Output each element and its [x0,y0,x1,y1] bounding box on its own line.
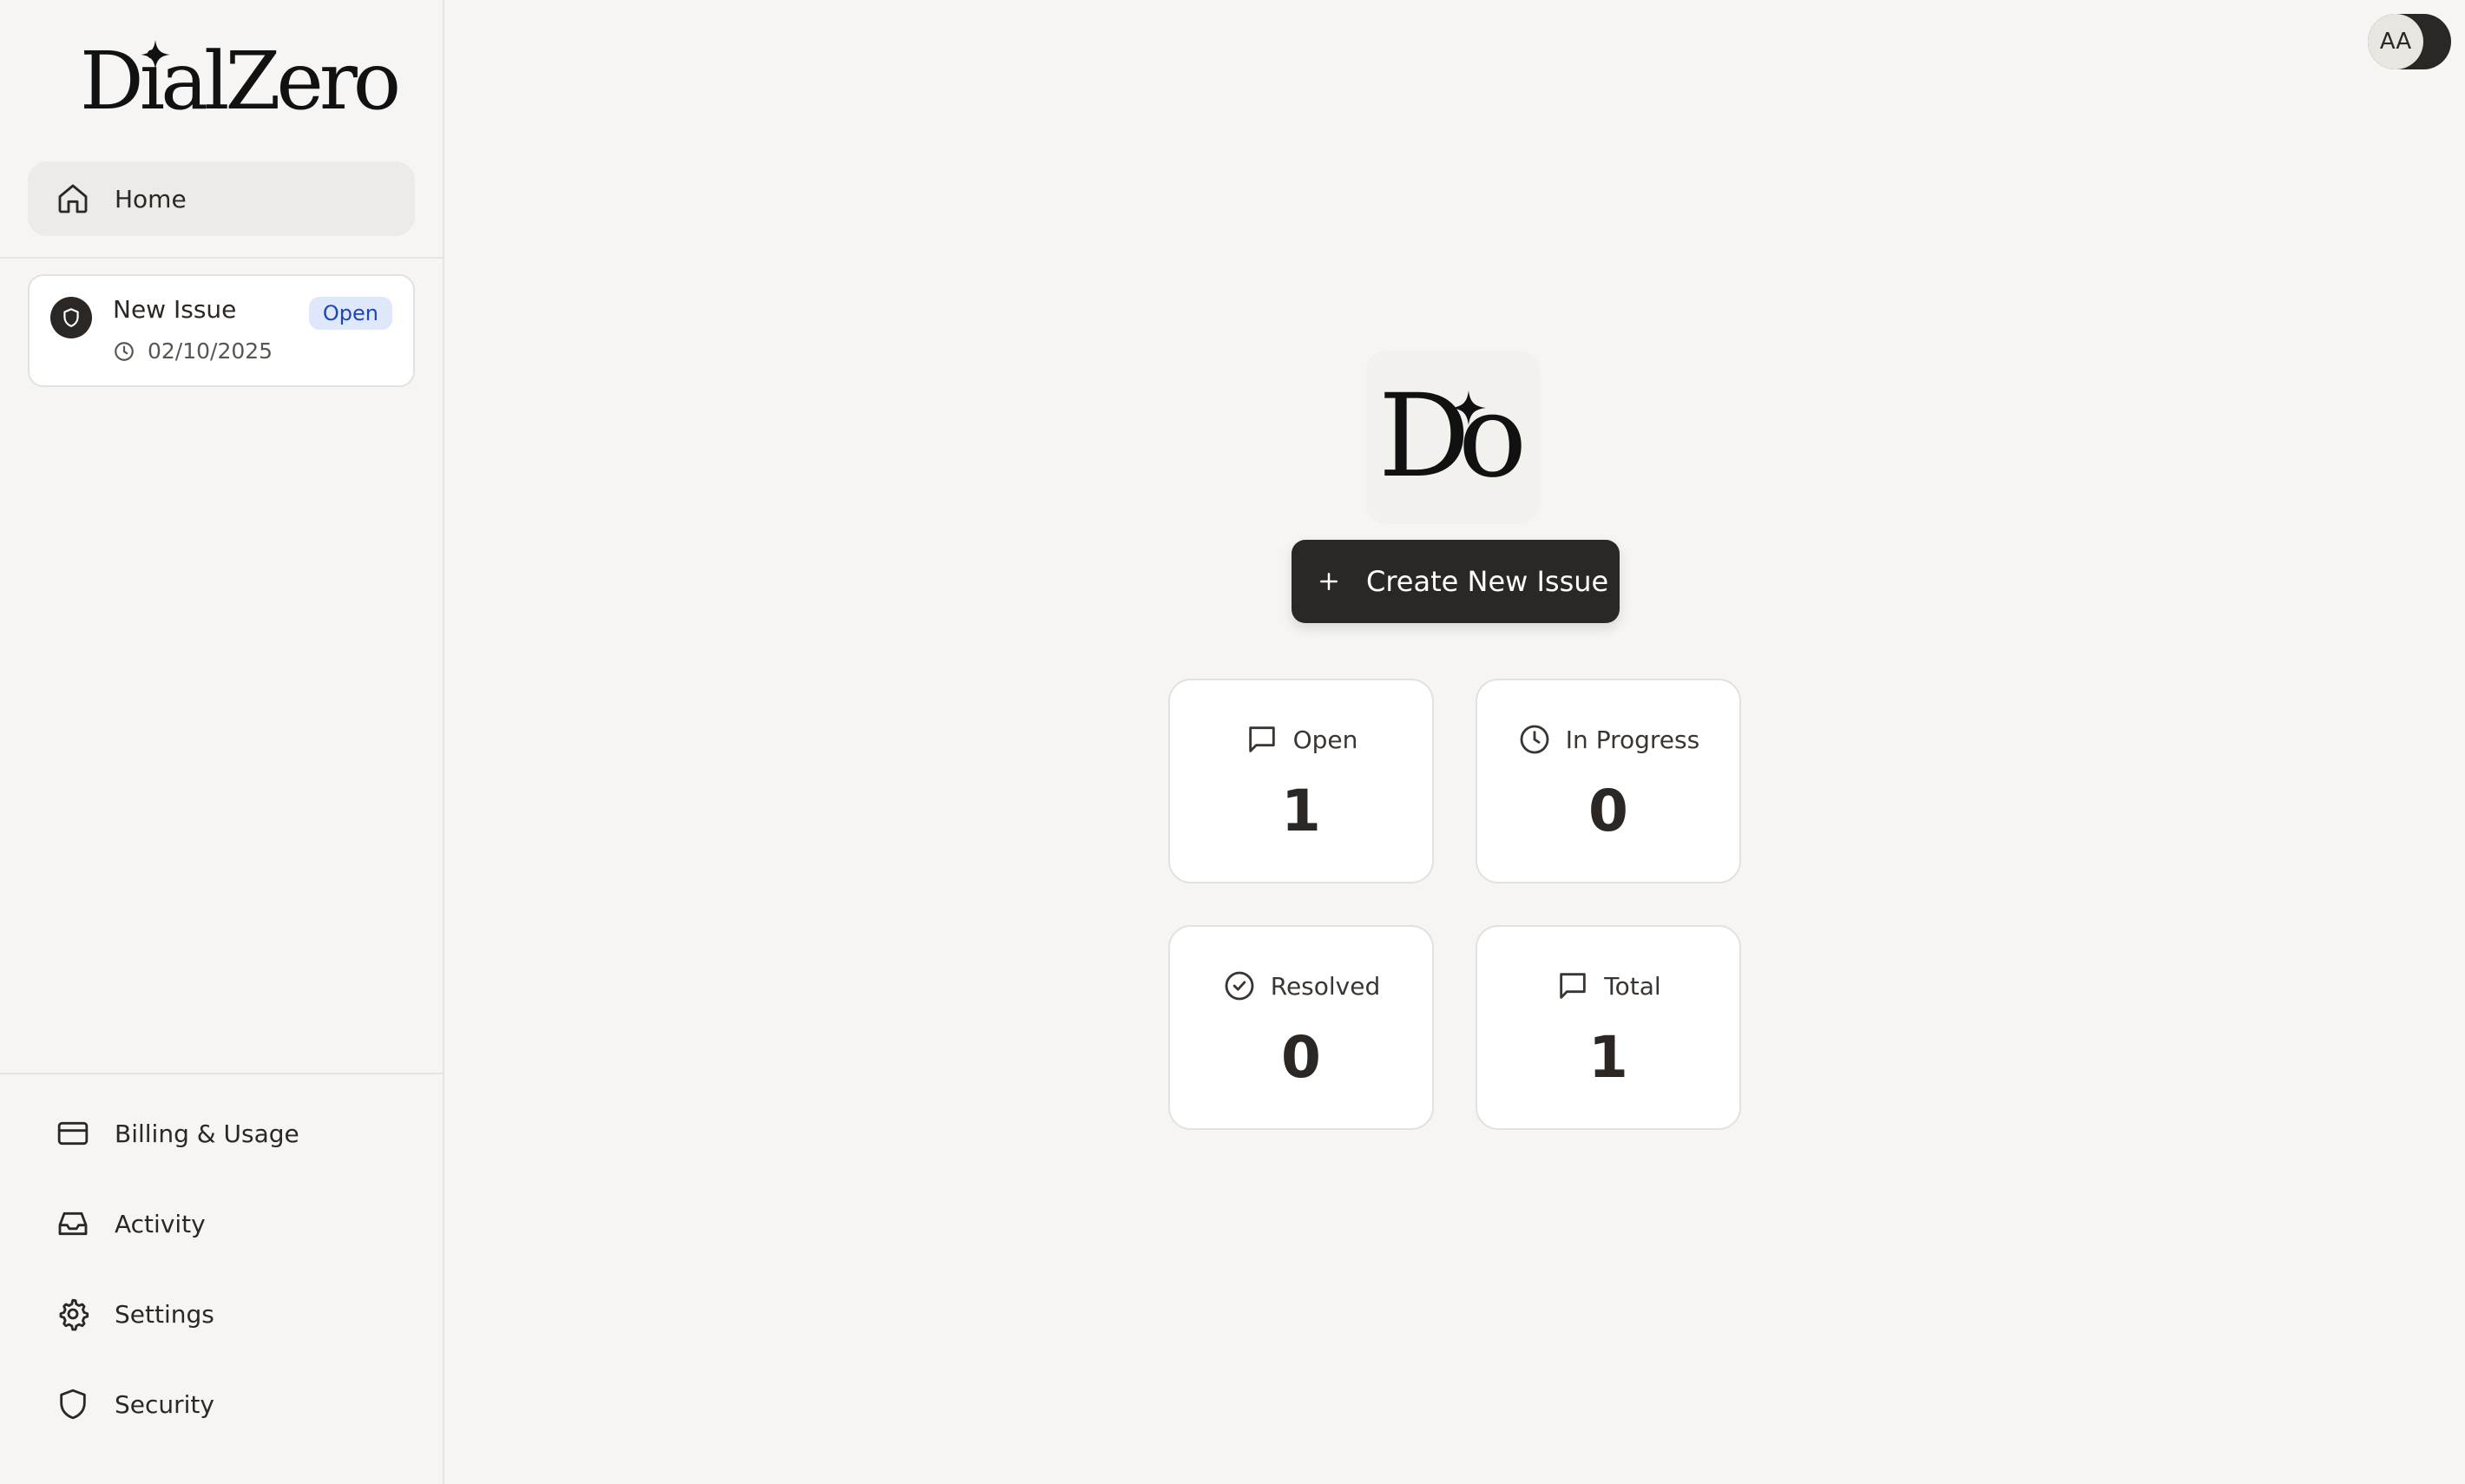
brand-wordmark: DialZero [80,35,401,128]
check-circle-icon [1225,971,1254,1001]
shield-icon [60,1389,86,1420]
sidebar-item-billing[interactable]: Billing & Usage [28,1099,415,1168]
issue-list-item[interactable]: New Issue Open 02/10/2025 [28,274,415,387]
credit-card-icon [57,1121,89,1146]
stat-header: Total [1477,969,1739,1003]
stat-card-in-progress: In Progress 0 [1476,679,1741,883]
message-square-icon [1248,726,1275,752]
sidebar-item-label: Security [115,1389,214,1419]
avatar: AA [2368,14,2423,69]
stat-card-resolved: Resolved 0 [1168,925,1434,1130]
create-button-label: Create New Issue [1366,565,1609,598]
sidebar-item-security[interactable]: Security [28,1369,415,1439]
sidebar-item-settings[interactable]: Settings [28,1279,415,1349]
issue-title: New Issue [113,295,237,324]
stat-header: Resolved [1170,969,1432,1003]
stat-label: Resolved [1270,971,1381,1001]
sidebar-item-activity[interactable]: Activity [28,1189,415,1258]
hero-logo-mark: Do [1378,370,1527,503]
sidebar-item-label: Settings [115,1299,214,1329]
main-content: AA Do Create New Issue Open 1 In Progres… [444,0,2465,1484]
stat-label: Open [1292,725,1358,754]
sidebar-item-label: Billing & Usage [115,1119,299,1148]
sidebar-item-home[interactable]: Home [28,161,415,236]
stat-value: 0 [1281,1024,1321,1091]
status-badge: Open [308,297,392,330]
app-window: DialZero Home New Issue Open 02/10/2025 … [0,0,2465,1484]
stat-header: Open [1170,722,1432,757]
stat-header: In Progress [1477,722,1739,757]
stat-label: Total [1604,971,1661,1001]
sparkle-icon [1451,391,1486,425]
shield-icon [63,308,79,327]
stat-value: 0 [1588,778,1628,844]
stat-value: 1 [1281,778,1321,844]
user-menu-toggle[interactable]: AA [2368,14,2451,69]
home-icon [58,184,88,213]
brand-logo[interactable]: DialZero [80,38,401,125]
divider [0,1073,443,1074]
issue-avatar [50,297,92,338]
sparkle-icon [141,40,170,69]
sidebar-item-label: Activity [115,1209,206,1238]
clock-icon [115,342,134,361]
inbox-icon [58,1211,88,1236]
clock-icon [1520,725,1549,754]
message-square-icon [1560,973,1587,999]
divider [0,257,443,259]
create-new-issue-button[interactable]: Create New Issue [1292,540,1620,623]
issue-date: 02/10/2025 [148,338,273,364]
plus-icon [1320,573,1338,590]
hero-logo: Do [1366,351,1540,524]
gear-icon [59,1298,89,1331]
stat-card-open: Open 1 [1168,679,1434,883]
sidebar: DialZero Home New Issue Open 02/10/2025 … [0,0,444,1484]
stat-card-total: Total 1 [1476,925,1741,1130]
stat-value: 1 [1588,1024,1628,1091]
stat-label: In Progress [1565,725,1700,754]
sidebar-item-label: Home [115,184,187,213]
